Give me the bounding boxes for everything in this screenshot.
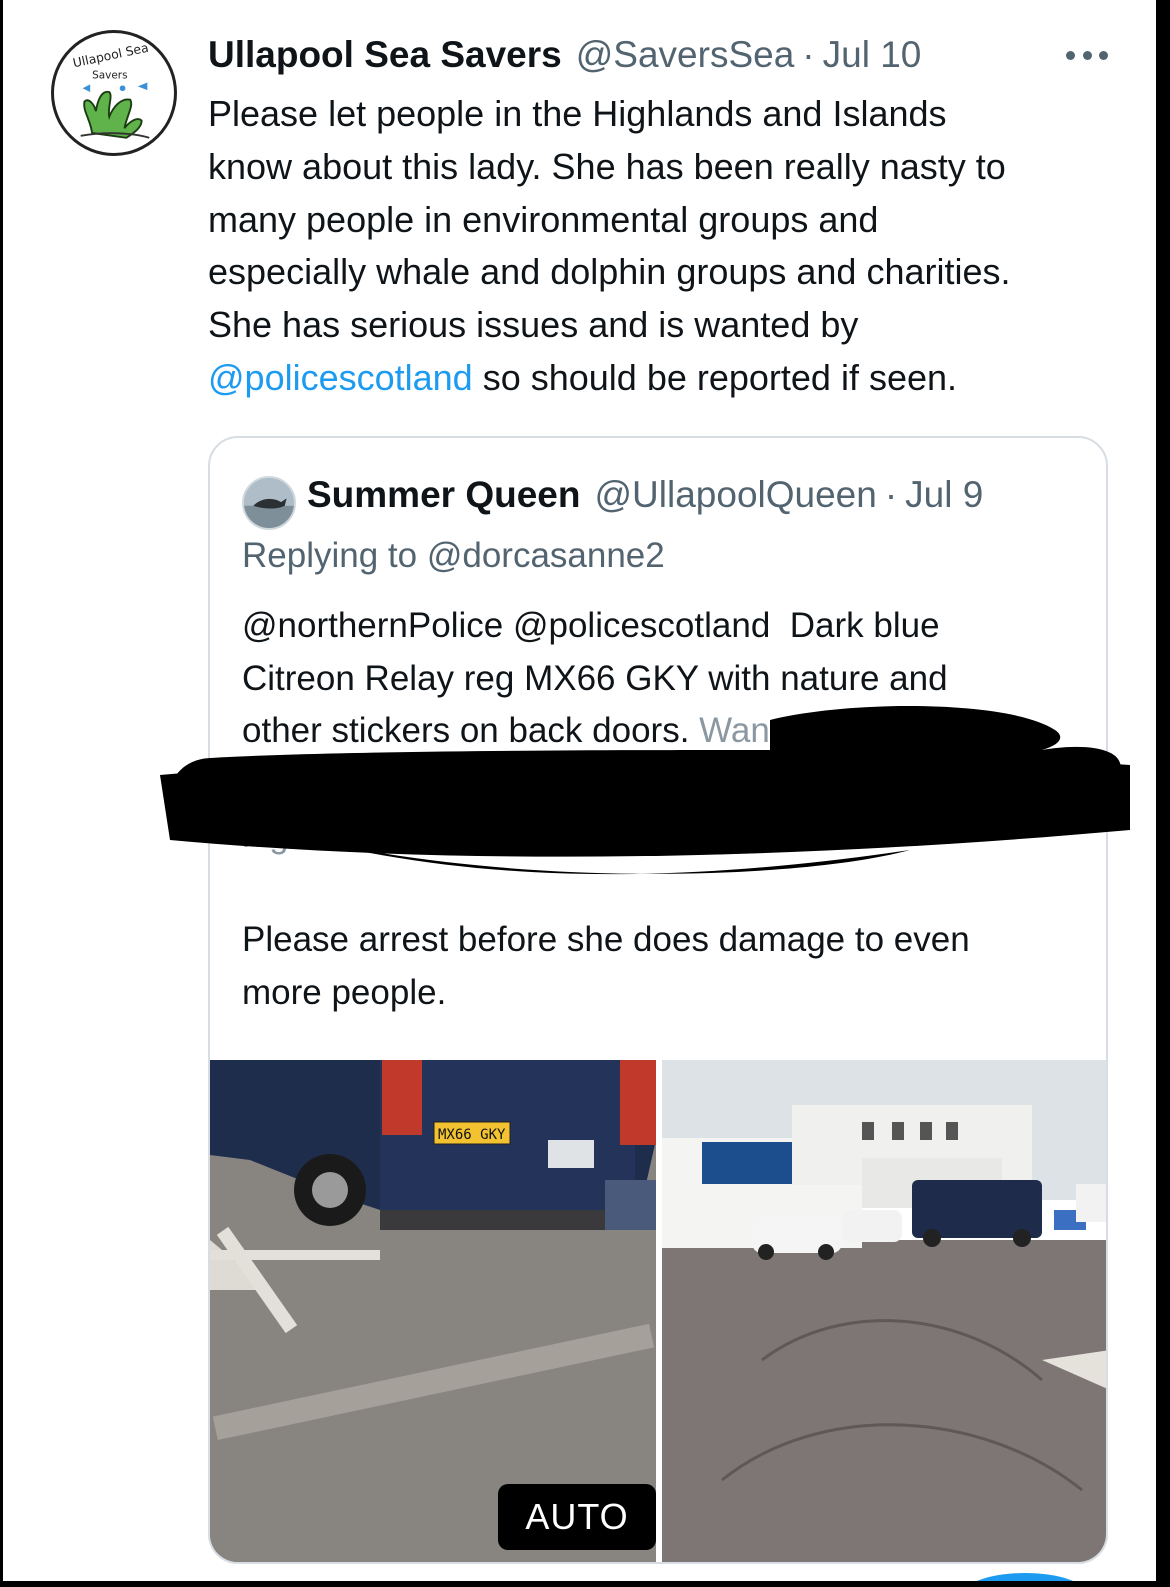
header-separator: · — [802, 34, 815, 75]
quoted-text-line: more people. — [242, 972, 447, 1012]
frame-left-edge — [0, 0, 3, 1587]
tweet-text-line: She has serious issues and is wanted by — [208, 304, 859, 346]
quoted-text-line-faded: highlands harass — [242, 816, 507, 855]
tweet-header: Ullapool Sea Savers @SaversSea · Jul 10 — [208, 34, 1108, 84]
photo-car-park[interactable] — [662, 1060, 1106, 1562]
author-handle[interactable]: @SaversSea — [576, 34, 795, 76]
tweet-text-line: Please let people in the Highlands and I… — [208, 93, 947, 134]
quoted-text-2: Please arrest before she does damage to … — [242, 914, 1082, 1019]
quoted-text: @northernPolice @policescotland Dark blu… — [242, 600, 1082, 863]
quoted-text-line: other stickers on back doors. Wanted for — [242, 705, 1082, 758]
quoted-author-avatar[interactable] — [242, 476, 296, 530]
quoted-line1-rest: Dark blue — [770, 606, 940, 645]
autoplay-badge[interactable]: AUTO — [498, 1484, 656, 1550]
replying-prefix: Replying to — [242, 536, 427, 575]
screen: Ullapool Sea Savers Ullapool Sea Savers … — [0, 0, 1170, 1587]
author-name[interactable]: Ullapool Sea Savers — [208, 34, 562, 76]
quoted-text-line: Please arrest before she does damage to … — [242, 920, 970, 959]
quoted-text-line: Citreon Relay reg MX66 GKY with nature a… — [242, 658, 948, 698]
frame-right-edge — [1156, 0, 1170, 1587]
quoted-tweet-card[interactable]: Summer Queen @UllapoolQueen · Jul 9 Repl… — [208, 436, 1108, 1564]
quoted-text-line-faded: d n-appearance In — [242, 763, 847, 803]
tweet-text-line: know about this lady. She has been reall… — [208, 145, 1006, 187]
license-plate-text: MX66 GKY — [438, 1127, 506, 1143]
replying-handle[interactable]: @dorcasanne2 — [427, 536, 665, 575]
avatar-logo-text-1: Ullapool Sea — [72, 41, 150, 71]
tweet-text-line: many people in environmental groups and — [208, 198, 879, 240]
mention-northern-police[interactable]: @northernPolice — [242, 606, 503, 645]
quoted-separator: · — [884, 474, 898, 515]
quoted-header: Summer Queen @UllapoolQueen · Jul 9 — [307, 474, 983, 524]
replying-to: Replying to @dorcasanne2 — [242, 536, 665, 576]
tweet-text-line-last: @policescotland so should be reported if… — [208, 352, 1138, 405]
quoted-date[interactable]: Jul 9 — [905, 474, 983, 516]
author-avatar[interactable]: Ullapool Sea Savers — [51, 30, 177, 156]
mention-link[interactable]: @policescotland — [208, 357, 473, 398]
car-park-photo-image — [662, 1060, 1106, 1562]
more-options-icon[interactable] — [1062, 40, 1112, 70]
tweet-text: Please let people in the Highlands and I… — [208, 88, 1138, 405]
dolphin-avatar-icon — [244, 478, 294, 528]
quoted-author-name[interactable]: Summer Queen — [307, 474, 580, 516]
quoted-line3-faded: Wanted for — [689, 711, 870, 750]
seaweed-logo-icon: Ullapool Sea Savers — [72, 41, 150, 139]
frame-bottom-edge — [0, 1581, 1170, 1587]
tweet-text-line: especially whale and dolphin groups and … — [208, 251, 1011, 293]
tweet-text-rest: so should be reported if seen. — [472, 356, 958, 398]
avatar-logo-text-2: Savers — [92, 70, 127, 82]
quoted-author-handle[interactable]: @UllapoolQueen — [594, 474, 876, 516]
mention-police-scotland[interactable]: @policescotland — [513, 606, 770, 645]
quoted-text-line: @northernPolice @policescotland Dark blu… — [242, 600, 1082, 653]
tweet-date[interactable]: Jul 10 — [823, 34, 922, 76]
quoted-line3: other stickers on back doors. — [242, 711, 690, 750]
